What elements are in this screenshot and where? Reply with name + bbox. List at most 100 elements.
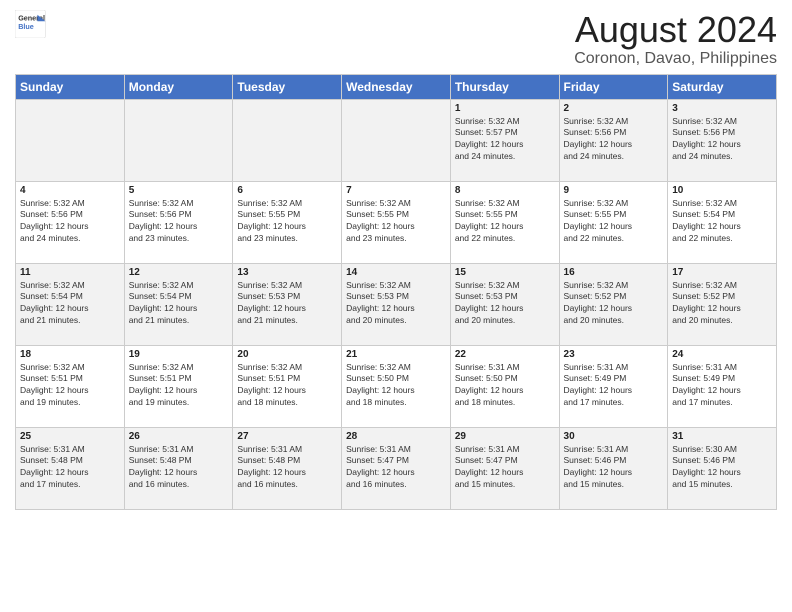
day-number: 9: [564, 185, 664, 196]
day-cell: 27Sunrise: 5:31 AM Sunset: 5:48 PM Dayli…: [233, 427, 342, 509]
day-number: 3: [672, 103, 772, 114]
weekday-header-friday: Friday: [559, 74, 668, 99]
day-cell: 1 Sunrise: 5:32 AM Sunset: 5:57 PM Daylig…: [450, 99, 559, 181]
calendar-table: SundayMondayTuesdayWednesdayThursdayFrid…: [15, 74, 777, 510]
day-cell: 19 Sunrise: 5:32 AM Sunset: 5:51 PM Dayli…: [124, 345, 233, 427]
weekday-header-monday: Monday: [124, 74, 233, 99]
day-cell: 23Sunrise: 5:31 AM Sunset: 5:49 PM Dayli…: [559, 345, 668, 427]
day-cell: 24Sunrise: 5:31 AM Sunset: 5:49 PM Dayli…: [668, 345, 777, 427]
day-info: Sunrise: 5:32 AM Sunset: 5:54 PM Dayligh…: [129, 280, 229, 328]
day-cell: 12 Sunrise: 5:32 AM Sunset: 5:54 PM Dayli…: [124, 263, 233, 345]
day-cell: [16, 99, 125, 181]
day-cell: 16 Sunrise: 5:32 AM Sunset: 5:52 PM Dayli…: [559, 263, 668, 345]
day-cell: 14 Sunrise: 5:32 AM Sunset: 5:53 PM Dayli…: [342, 263, 451, 345]
weekday-header-thursday: Thursday: [450, 74, 559, 99]
day-cell: 4Sunrise: 5:32 AM Sunset: 5:56 PM Daylig…: [16, 181, 125, 263]
day-cell: 13 Sunrise: 5:32 AM Sunset: 5:53 PM Dayli…: [233, 263, 342, 345]
day-number: 29: [455, 431, 555, 442]
day-number: 18: [20, 349, 120, 360]
day-number: 15: [455, 267, 555, 278]
week-row-3: 11Sunrise: 5:32 AM Sunset: 5:54 PM Dayli…: [16, 263, 777, 345]
day-cell: 10 Sunrise: 5:32 AM Sunset: 5:54 PM Dayli…: [668, 181, 777, 263]
day-number: 22: [455, 349, 555, 360]
day-info: Sunrise: 5:32 AM Sunset: 5:53 PM Dayligh…: [237, 280, 337, 328]
day-cell: 18 Sunrise: 5:32 AM Sunset: 5:51 PM Dayli…: [16, 345, 125, 427]
day-number: 25: [20, 431, 120, 442]
day-cell: [124, 99, 233, 181]
day-number: 19: [129, 349, 229, 360]
logo-icon: General Blue: [15, 10, 47, 38]
day-cell: 2 Sunrise: 5:32 AM Sunset: 5:56 PM Daylig…: [559, 99, 668, 181]
day-info: Sunrise: 5:31 AM Sunset: 5:47 PM Dayligh…: [455, 444, 555, 492]
day-cell: [342, 99, 451, 181]
day-number: 8: [455, 185, 555, 196]
weekday-header-row: SundayMondayTuesdayWednesdayThursdayFrid…: [16, 74, 777, 99]
day-number: 10: [672, 185, 772, 196]
day-info: Sunrise: 5:30 AM Sunset: 5:46 PM Dayligh…: [672, 444, 772, 492]
day-info: Sunrise: 5:32 AM Sunset: 5:55 PM Dayligh…: [455, 198, 555, 246]
day-info: Sunrise: 5:31 AM Sunset: 5:46 PM Dayligh…: [564, 444, 664, 492]
day-info: Sunrise: 5:32 AM Sunset: 5:51 PM Dayligh…: [20, 362, 120, 410]
day-number: 16: [564, 267, 664, 278]
day-cell: 6 Sunrise: 5:32 AM Sunset: 5:55 PM Daylig…: [233, 181, 342, 263]
day-info: Sunrise: 5:32 AM Sunset: 5:55 PM Dayligh…: [237, 198, 337, 246]
day-cell: 11Sunrise: 5:32 AM Sunset: 5:54 PM Dayli…: [16, 263, 125, 345]
day-number: 5: [129, 185, 229, 196]
svg-text:Blue: Blue: [18, 22, 34, 31]
day-number: 28: [346, 431, 446, 442]
day-info: Sunrise: 5:32 AM Sunset: 5:54 PM Dayligh…: [20, 280, 120, 328]
day-info: Sunrise: 5:32 AM Sunset: 5:52 PM Dayligh…: [564, 280, 664, 328]
weekday-header-tuesday: Tuesday: [233, 74, 342, 99]
week-row-4: 18 Sunrise: 5:32 AM Sunset: 5:51 PM Dayli…: [16, 345, 777, 427]
day-info: Sunrise: 5:32 AM Sunset: 5:52 PM Dayligh…: [672, 280, 772, 328]
weekday-header-sunday: Sunday: [16, 74, 125, 99]
day-info: Sunrise: 5:32 AM Sunset: 5:50 PM Dayligh…: [346, 362, 446, 410]
day-cell: 25 Sunrise: 5:31 AM Sunset: 5:48 PM Dayli…: [16, 427, 125, 509]
day-number: 4: [20, 185, 120, 196]
day-cell: 31Sunrise: 5:30 AM Sunset: 5:46 PM Dayli…: [668, 427, 777, 509]
day-number: 7: [346, 185, 446, 196]
day-number: 1: [455, 103, 555, 114]
day-info: Sunrise: 5:32 AM Sunset: 5:57 PM Dayligh…: [455, 116, 555, 164]
day-number: 12: [129, 267, 229, 278]
day-info: Sunrise: 5:32 AM Sunset: 5:55 PM Dayligh…: [564, 198, 664, 246]
day-info: Sunrise: 5:31 AM Sunset: 5:47 PM Dayligh…: [346, 444, 446, 492]
day-cell: [233, 99, 342, 181]
day-number: 23: [564, 349, 664, 360]
main-title: August 2024: [574, 10, 777, 50]
subtitle: Coronon, Davao, Philippines: [574, 50, 777, 68]
week-row-1: 1 Sunrise: 5:32 AM Sunset: 5:57 PM Daylig…: [16, 99, 777, 181]
day-cell: 22Sunrise: 5:31 AM Sunset: 5:50 PM Dayli…: [450, 345, 559, 427]
day-info: Sunrise: 5:32 AM Sunset: 5:56 PM Dayligh…: [564, 116, 664, 164]
day-cell: 17 Sunrise: 5:32 AM Sunset: 5:52 PM Dayli…: [668, 263, 777, 345]
weekday-header-saturday: Saturday: [668, 74, 777, 99]
day-cell: 28 Sunrise: 5:31 AM Sunset: 5:47 PM Dayli…: [342, 427, 451, 509]
day-number: 13: [237, 267, 337, 278]
day-info: Sunrise: 5:32 AM Sunset: 5:54 PM Dayligh…: [672, 198, 772, 246]
weekday-header-wednesday: Wednesday: [342, 74, 451, 99]
day-info: Sunrise: 5:31 AM Sunset: 5:48 PM Dayligh…: [20, 444, 120, 492]
day-info: Sunrise: 5:32 AM Sunset: 5:55 PM Dayligh…: [346, 198, 446, 246]
day-cell: 5Sunrise: 5:32 AM Sunset: 5:56 PM Daylig…: [124, 181, 233, 263]
header: General Blue August 2024 Coronon, Davao,…: [15, 10, 777, 68]
day-cell: 9 Sunrise: 5:32 AM Sunset: 5:55 PM Daylig…: [559, 181, 668, 263]
title-section: August 2024 Coronon, Davao, Philippines: [574, 10, 777, 68]
day-number: 17: [672, 267, 772, 278]
day-number: 14: [346, 267, 446, 278]
main-container: General Blue August 2024 Coronon, Davao,…: [0, 0, 792, 515]
week-row-2: 4Sunrise: 5:32 AM Sunset: 5:56 PM Daylig…: [16, 181, 777, 263]
day-number: 2: [564, 103, 664, 114]
day-info: Sunrise: 5:32 AM Sunset: 5:56 PM Dayligh…: [672, 116, 772, 164]
day-cell: 15 Sunrise: 5:32 AM Sunset: 5:53 PM Dayli…: [450, 263, 559, 345]
day-cell: 7 Sunrise: 5:32 AM Sunset: 5:55 PM Daylig…: [342, 181, 451, 263]
day-info: Sunrise: 5:31 AM Sunset: 5:48 PM Dayligh…: [129, 444, 229, 492]
day-number: 6: [237, 185, 337, 196]
day-info: Sunrise: 5:31 AM Sunset: 5:49 PM Dayligh…: [672, 362, 772, 410]
day-number: 27: [237, 431, 337, 442]
logo: General Blue: [15, 10, 47, 38]
day-info: Sunrise: 5:32 AM Sunset: 5:53 PM Dayligh…: [455, 280, 555, 328]
week-row-5: 25 Sunrise: 5:31 AM Sunset: 5:48 PM Dayli…: [16, 427, 777, 509]
day-cell: 20Sunrise: 5:32 AM Sunset: 5:51 PM Dayli…: [233, 345, 342, 427]
day-info: Sunrise: 5:32 AM Sunset: 5:51 PM Dayligh…: [129, 362, 229, 410]
day-info: Sunrise: 5:32 AM Sunset: 5:53 PM Dayligh…: [346, 280, 446, 328]
